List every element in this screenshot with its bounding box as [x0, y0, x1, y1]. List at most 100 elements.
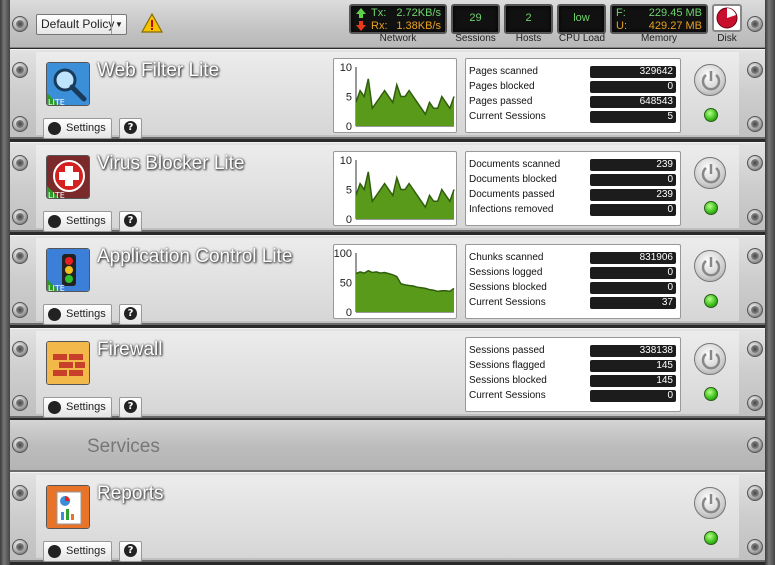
hosts-meter[interactable]: 2 [504, 4, 553, 34]
help-icon: ? [124, 121, 137, 134]
stat-label: Sessions logged [469, 267, 543, 278]
screw-icon [747, 248, 763, 264]
help-button[interactable]: ? [119, 541, 142, 562]
report-chart-icon[interactable] [46, 485, 90, 529]
wrench-icon [48, 122, 61, 135]
stat-label: Infections removed [469, 204, 554, 215]
help-button[interactable]: ? [119, 118, 142, 139]
traffic-light-icon[interactable]: LITE [46, 248, 90, 292]
power-button[interactable] [694, 343, 726, 375]
graph-tick-label: 0 [346, 121, 352, 133]
screw-icon [747, 539, 763, 555]
stat-label: Current Sessions [469, 111, 546, 122]
red-cross-icon[interactable]: LITE [46, 155, 90, 199]
settings-button[interactable]: Settings [43, 397, 112, 418]
app-title: Virus Blocker Lite [97, 153, 245, 174]
sessions-meter[interactable]: 29 [451, 4, 500, 34]
stat-row: Current Sessions 5 [469, 110, 676, 124]
rx-value: 1.38KB/s [396, 20, 441, 32]
power-button[interactable] [694, 487, 726, 519]
policy-select[interactable]: Default Policy ▼ [36, 14, 127, 35]
stat-value: 145 [590, 375, 676, 387]
status-led-icon [704, 387, 718, 401]
stat-value: 0 [590, 390, 676, 402]
stat-row: Documents blocked 0 [469, 173, 676, 187]
stat-label: Documents scanned [469, 159, 561, 170]
graph-tick-label: 10 [340, 155, 352, 167]
screw-icon [12, 302, 28, 318]
brick-wall-icon[interactable] [46, 341, 90, 385]
network-meter[interactable]: Tx: 2.72KB/s Rx: 1.38KB/s [349, 4, 447, 34]
screw-icon [747, 395, 763, 411]
rack-rail-left [0, 0, 10, 565]
power-button[interactable] [694, 250, 726, 282]
screw-icon [747, 485, 763, 501]
stat-row: Chunks scanned 831906 [469, 251, 676, 265]
stat-row: Current Sessions 0 [469, 389, 676, 403]
screw-icon [12, 62, 28, 78]
settings-button[interactable]: Settings [43, 211, 112, 232]
memory-used-key: U: [616, 20, 627, 32]
screw-icon [12, 341, 28, 357]
memory-meter[interactable]: F: 229.45 MB U: 429.27 MB [610, 4, 708, 34]
settings-label: Settings [66, 401, 106, 413]
sessions-value: 29 [469, 12, 482, 24]
settings-button[interactable]: Settings [43, 118, 112, 139]
activity-graph: 10 5 0 [333, 58, 457, 133]
screw-icon [12, 16, 28, 32]
help-icon: ? [124, 400, 137, 413]
stat-value: 5 [590, 111, 676, 123]
stat-value: 338138 [590, 345, 676, 357]
stat-row: Sessions logged 0 [469, 266, 676, 280]
activity-graph: 100 50 0 [333, 244, 457, 319]
stats-panel: Pages scanned 329642 Pages blocked 0 Pages p… [465, 58, 681, 133]
graph-tick-label: 50 [340, 278, 352, 290]
stat-value: 0 [590, 204, 676, 216]
tx-value: 2.72KB/s [396, 7, 441, 19]
screw-icon [12, 395, 28, 411]
screw-icon [12, 116, 28, 132]
chevron-down-icon: ▼ [111, 15, 126, 34]
sessions-label: Sessions [455, 33, 496, 44]
tx-key: Tx: [371, 7, 387, 19]
help-button[interactable]: ? [119, 304, 142, 325]
disk-meter[interactable] [712, 4, 742, 32]
app-title: Web Filter Lite [97, 60, 220, 81]
warning-icon[interactable] [141, 13, 163, 33]
screw-icon [747, 302, 763, 318]
stat-label: Sessions blocked [469, 375, 547, 386]
memory-free-value: 229.45 MB [648, 7, 702, 19]
memory-label: Memory [640, 33, 678, 44]
services-title: Services [87, 436, 160, 457]
stat-row: Documents scanned 239 [469, 158, 676, 172]
settings-button[interactable]: Settings [43, 304, 112, 325]
screw-icon [12, 485, 28, 501]
app-panel: LITE Application Control Lite Settings? 100… [10, 235, 765, 325]
cpu-load-meter[interactable]: low [557, 4, 606, 34]
power-button[interactable] [694, 64, 726, 96]
help-button[interactable]: ? [119, 397, 142, 418]
help-button[interactable]: ? [119, 211, 142, 232]
stat-label: Chunks scanned [469, 252, 544, 263]
stat-row: Sessions blocked 145 [469, 374, 676, 388]
screw-icon [747, 437, 763, 453]
wrench-icon [48, 545, 61, 558]
stat-value: 0 [590, 267, 676, 279]
settings-label: Settings [66, 308, 106, 320]
hosts-label: Hosts [515, 33, 542, 44]
screw-icon [12, 437, 28, 453]
stat-row: Sessions blocked 0 [469, 281, 676, 295]
policy-select-value: Default Policy [41, 17, 115, 31]
settings-label: Settings [66, 215, 106, 227]
power-button[interactable] [694, 157, 726, 189]
status-led-icon [704, 108, 718, 122]
stat-value: 831906 [590, 252, 676, 264]
app-panel: Firewall Settings? Sessions passed 338138 Se… [10, 328, 765, 418]
graph-tick-label: 5 [346, 92, 352, 104]
screw-icon [747, 155, 763, 171]
settings-button[interactable]: Settings [43, 541, 112, 562]
magnifier-icon[interactable]: LITE [46, 62, 90, 106]
stat-value: 0 [590, 174, 676, 186]
app-title: Firewall [97, 339, 163, 360]
stat-label: Sessions passed [469, 345, 545, 356]
